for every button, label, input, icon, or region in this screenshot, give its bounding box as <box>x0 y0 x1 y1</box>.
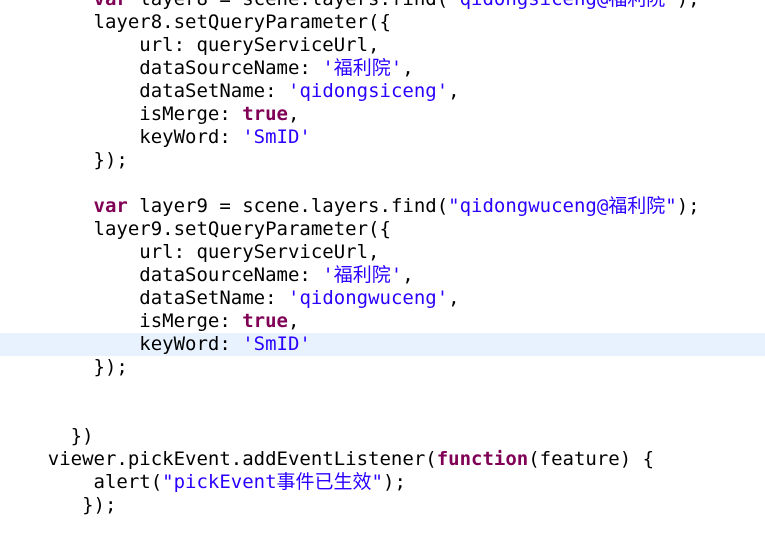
code-line[interactable]: alert("pickEvent事件已生效"); <box>0 471 765 494</box>
code-string: 'SmID' <box>242 126 311 148</box>
code-text: layer8.setQueryParameter({ <box>93 11 391 33</box>
code-text: layer9 = scene.layers.find( <box>127 195 449 217</box>
code-line[interactable]: dataSetName: 'qidongsiceng', <box>0 80 765 103</box>
code-text: dataSetName: <box>139 80 288 102</box>
code-text: ); <box>383 471 406 493</box>
code-line[interactable]: }); <box>0 494 765 517</box>
code-line[interactable]: isMerge: true, <box>0 310 765 333</box>
code-line[interactable]: var layer9 = scene.layers.find("qidongwu… <box>0 195 765 218</box>
code-string: 'qidongsiceng' <box>288 80 449 102</box>
code-text: layer9.setQueryParameter({ <box>93 218 391 240</box>
code-string: "pickEvent事件已生效" <box>162 471 383 493</box>
code-string: "qidongsiceng@福利院" <box>448 0 677 10</box>
code-text: dataSourceName: <box>139 57 323 79</box>
code-text: }); <box>93 149 128 171</box>
code-text: dataSetName: <box>139 287 288 309</box>
code-line[interactable]: dataSetName: 'qidongwuceng', <box>0 287 765 310</box>
code-text: ); <box>677 0 700 10</box>
code-line[interactable] <box>0 172 765 195</box>
code-text: , <box>448 80 460 102</box>
code-text: , <box>402 57 414 79</box>
code-text: isMerge: <box>139 103 243 125</box>
code-text: url: queryServiceUrl, <box>139 34 380 56</box>
code-text: ); <box>676 195 700 217</box>
code-text: (feature) { <box>528 448 655 470</box>
code-line[interactable]: }); <box>0 356 765 379</box>
code-string: '福利院' <box>322 264 403 286</box>
code-text: , <box>288 103 300 125</box>
code-text: url: queryServiceUrl, <box>139 241 380 263</box>
code-string: "qidongwuceng@福利院" <box>448 195 677 217</box>
code-text: viewer.pickEvent.addEventListener( <box>47 448 437 470</box>
code-line[interactable]: viewer.pickEvent.addEventListener(functi… <box>0 448 765 471</box>
code-keyword: function <box>436 448 529 470</box>
code-text: , <box>402 264 414 286</box>
code-line[interactable]: }); <box>0 149 765 172</box>
code-editor[interactable]: var layer8 = scene.layers.find("qidongsi… <box>0 0 765 537</box>
code-text: layer8 = scene.layers.find( <box>128 0 448 10</box>
code-text: keyWord: <box>139 333 243 355</box>
code-keyword: var <box>93 195 128 217</box>
code-text: , <box>448 287 460 309</box>
code-line[interactable]: url: queryServiceUrl, <box>0 241 765 264</box>
code-line[interactable]: dataSourceName: '福利院', <box>0 264 765 287</box>
code-line[interactable]: var layer8 = scene.layers.find("qidongsi… <box>0 0 765 11</box>
code-line[interactable]: }) <box>0 425 765 448</box>
code-text: , <box>288 310 300 332</box>
code-string: 'SmID' <box>242 333 311 355</box>
code-text: }); <box>82 494 117 516</box>
code-line[interactable]: dataSourceName: '福利院', <box>0 57 765 80</box>
code-line[interactable]: keyWord: 'SmID' <box>0 126 765 149</box>
code-text: }); <box>93 356 128 378</box>
code-text: }) <box>70 425 94 447</box>
code-line[interactable]: layer8.setQueryParameter({ <box>0 11 765 34</box>
code-text: isMerge: <box>139 310 243 332</box>
code-line[interactable]: url: queryServiceUrl, <box>0 34 765 57</box>
code-line[interactable] <box>0 402 765 425</box>
code-line[interactable]: isMerge: true, <box>0 103 765 126</box>
current-code-line[interactable]: keyWord: 'SmID' <box>0 333 765 356</box>
code-text: alert( <box>93 471 163 493</box>
code-keyword: true <box>242 103 288 125</box>
code-keyword: true <box>242 310 288 332</box>
code-string: '福利院' <box>322 57 403 79</box>
code-keyword: var <box>94 0 128 10</box>
code-line[interactable]: layer9.setQueryParameter({ <box>0 218 765 241</box>
code-text: keyWord: <box>139 126 243 148</box>
code-text: dataSourceName: <box>139 264 323 286</box>
code-string: 'qidongwuceng' <box>288 287 449 309</box>
code-line[interactable] <box>0 379 765 402</box>
